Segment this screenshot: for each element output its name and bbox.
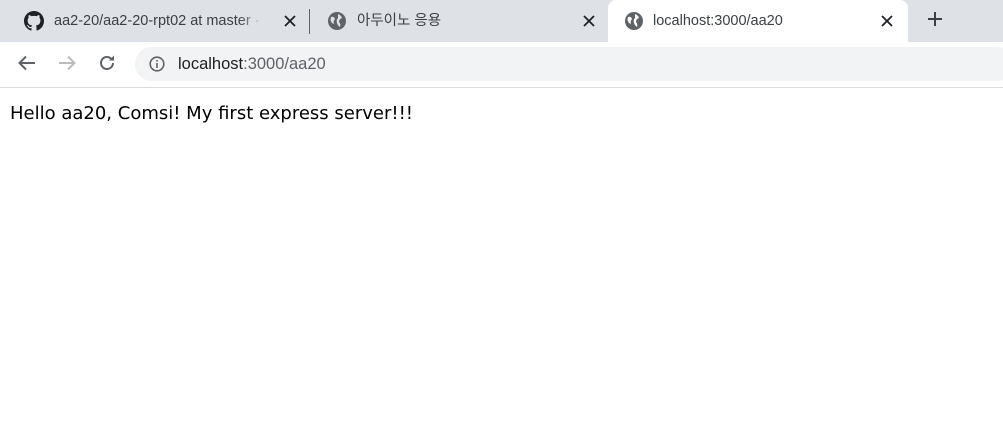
arrow-left-icon <box>17 53 37 78</box>
tab-localhost[interactable]: localhost:3000/aa20 <box>608 0 908 42</box>
arrow-right-icon <box>57 53 77 78</box>
close-tab-icon[interactable] <box>281 12 299 30</box>
reload-icon <box>97 53 117 78</box>
forward-button[interactable] <box>53 51 81 79</box>
address-bar[interactable]: localhost:3000/aa20 <box>135 47 1003 81</box>
globe-icon <box>624 11 644 31</box>
url-host: localhost <box>178 55 244 73</box>
plus-icon <box>927 11 943 32</box>
close-tab-icon[interactable] <box>878 12 896 30</box>
new-tab-button[interactable] <box>922 8 948 34</box>
tab-title: 아두이노 응용 <box>357 13 442 29</box>
page-body-text: Hello aa20, Comsi! My first express serv… <box>10 103 414 124</box>
globe-icon <box>327 11 347 31</box>
tab-github[interactable]: aa2-20/aa2-20-rpt02 at master · <box>6 0 309 42</box>
close-tab-icon[interactable] <box>580 12 598 30</box>
tab-strip: aa2-20/aa2-20-rpt02 at master · 아두이노 응용 … <box>0 0 1003 42</box>
back-button[interactable] <box>13 51 41 79</box>
tab-title: localhost:3000/aa20 <box>653 13 783 29</box>
browser-toolbar: localhost:3000/aa20 <box>0 42 1003 88</box>
page-content: Hello aa20, Comsi! My first express serv… <box>0 89 1003 430</box>
reload-button[interactable] <box>93 51 121 79</box>
url-path: :3000/aa20 <box>243 55 326 73</box>
tab-title: aa2-20/aa2-20-rpt02 at master · <box>54 13 260 29</box>
tab-arduino[interactable]: 아두이노 응용 <box>309 0 606 42</box>
url-text[interactable]: localhost:3000/aa20 <box>178 54 326 74</box>
info-icon[interactable] <box>148 55 166 73</box>
github-icon <box>24 11 44 31</box>
